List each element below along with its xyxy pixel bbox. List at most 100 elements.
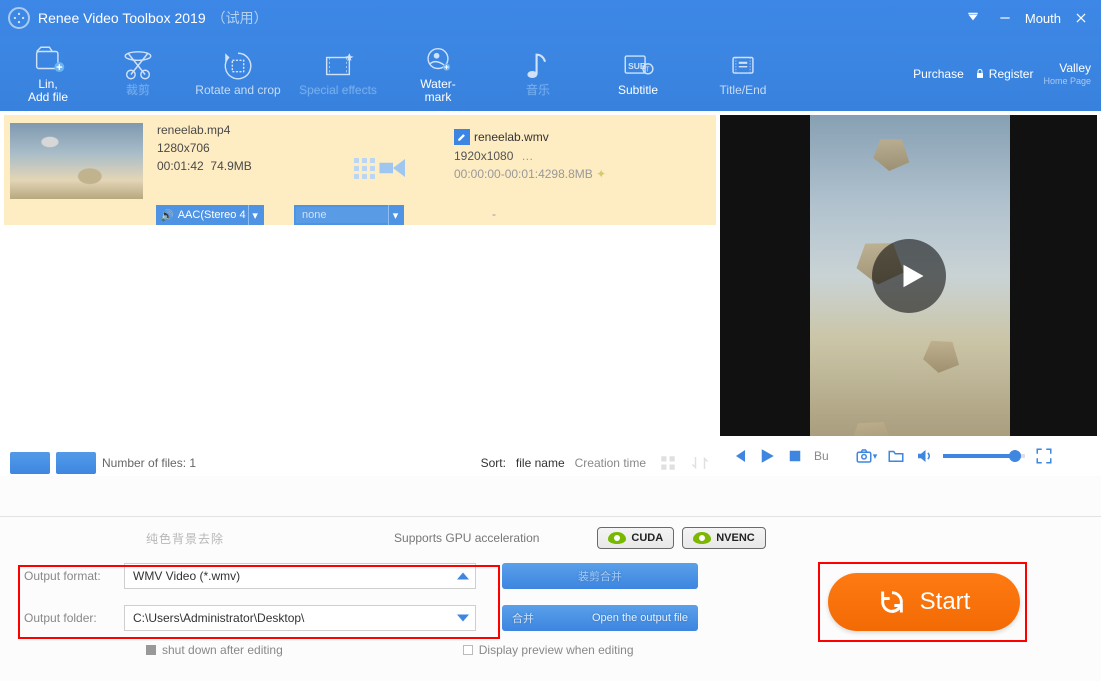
tool-effects[interactable]: Special effects: [288, 36, 388, 111]
open-folder-button[interactable]: [887, 447, 905, 465]
minimize-icon[interactable]: [993, 6, 1017, 30]
mid2-right: Open the output file: [592, 612, 688, 624]
output-filename: reneelab.wmv: [474, 130, 549, 144]
play-button[interactable]: [758, 447, 776, 465]
nvenc-text: NVENC: [716, 532, 755, 544]
cuda-text: CUDA: [631, 532, 663, 544]
input-filename: reneelab.mp4: [157, 121, 252, 139]
play-overlay-button[interactable]: [872, 239, 946, 313]
tool-subtitle[interactable]: SUBT Subtitle: [588, 36, 688, 111]
water1: Water-: [420, 77, 456, 91]
progress-dash: -: [492, 207, 496, 221]
start-label: Start: [920, 588, 971, 616]
output-resolution: 1920x1080: [454, 149, 513, 163]
list-sort-icon[interactable]: [690, 453, 710, 473]
titleend-label: Title/End: [720, 84, 767, 97]
add-file-line2: Add file: [28, 90, 68, 104]
svg-text:T: T: [645, 66, 650, 74]
input-resolution: 1280x706: [157, 139, 252, 157]
output-folder-dropdown[interactable]: C:\Users\Administrator\Desktop\: [124, 605, 476, 631]
tool-cut[interactable]: 裁剪: [88, 36, 188, 111]
fullscreen-button[interactable]: [1035, 447, 1053, 465]
tool-add-file[interactable]: Lin,Add file: [8, 36, 88, 111]
edit-output-icon[interactable]: [454, 129, 470, 145]
add-file-line1: Lin,: [38, 77, 57, 91]
app-logo-icon: [8, 7, 30, 29]
speaker-icon: 🔊: [160, 209, 174, 222]
sort-label: Sort:: [481, 456, 506, 470]
shutdown-label: shut down after editing: [162, 643, 283, 657]
shutdown-checkbox[interactable]: shut down after editing: [146, 643, 283, 657]
chevron-up-icon: [457, 573, 469, 580]
output-folder-value: C:\Users\Administrator\Desktop\: [133, 611, 304, 625]
list-view-icon[interactable]: [658, 453, 678, 473]
gpu-support-label: Supports GPU acceleration: [394, 531, 539, 545]
convert-arrow-icon: [354, 155, 408, 181]
preview-controls: Bu ▾: [720, 436, 1101, 476]
subtitle-label: none: [302, 209, 326, 221]
valley-text: Valley: [1059, 62, 1091, 74]
mid-button-2[interactable]: 合并 Open the output file: [502, 605, 698, 631]
sort-by-name[interactable]: file name: [516, 456, 565, 470]
file-output-meta: reneelab.wmv 1920x1080 … 00:00:00-00:01:4…: [454, 129, 606, 181]
tool-music[interactable]: 音乐: [488, 36, 588, 111]
output-format-value: WMV Video (*.wmv): [133, 569, 240, 583]
chevron-down-icon: [457, 615, 469, 622]
chevron-down-icon: ▾: [388, 205, 402, 225]
mid2-left: 合并: [512, 610, 534, 626]
close-icon[interactable]: [1069, 6, 1093, 30]
app-title: Renee Video Toolbox 2019: [38, 10, 206, 26]
valley-homepage-link[interactable]: Valley Home Page: [1043, 62, 1091, 86]
refresh-icon: [878, 588, 906, 616]
register-link[interactable]: Register: [974, 67, 1034, 81]
subtitle-label: Subtitle: [618, 84, 658, 97]
output-folder-label: Output folder:: [16, 611, 124, 625]
audio-track-label: AAC(Stereo 4: [178, 209, 246, 221]
water2: mark: [425, 90, 452, 104]
snapshot-button[interactable]: ▾: [855, 447, 878, 465]
output-format-dropdown[interactable]: WMV Video (*.wmv): [124, 563, 476, 589]
sort-by-time[interactable]: Creation time: [575, 456, 646, 470]
output-format-label: Output format:: [16, 569, 124, 583]
list-action-1[interactable]: [10, 452, 50, 474]
prev-button[interactable]: [730, 447, 748, 465]
music-label: 音乐: [526, 84, 550, 97]
mouth-label: Mouth: [1025, 6, 1061, 30]
trial-label: （试用）: [212, 8, 268, 28]
cuda-badge: CUDA: [597, 527, 674, 549]
effects-label: Special effects: [299, 84, 377, 97]
audio-track-dropdown[interactable]: 🔊 AAC(Stereo 4 ▾: [156, 205, 264, 225]
list-toolbar: Number of files: 1 Sort: file name Creat…: [4, 447, 716, 479]
input-size: 74.9MB: [210, 159, 251, 173]
start-button[interactable]: Start: [828, 573, 1020, 631]
input-duration: 00:01:42: [157, 159, 204, 173]
preview-checkbox[interactable]: Display preview when editing: [463, 643, 634, 657]
rotate-label: Rotate and crop: [195, 84, 280, 97]
mid-button-1[interactable]: 装剪合并: [502, 563, 698, 589]
purchase-link[interactable]: Purchase: [913, 67, 964, 81]
file-thumbnail: [10, 123, 143, 199]
lock-icon: [974, 68, 986, 80]
file-count: Number of files: 1: [102, 456, 196, 470]
video-preview[interactable]: [720, 115, 1097, 436]
homepage-text: Home Page: [1043, 77, 1091, 86]
volume-slider[interactable]: [943, 454, 1025, 458]
output-more[interactable]: …: [521, 149, 533, 163]
tool-title-end[interactable]: Title/End: [688, 36, 798, 111]
tool-rotate-crop[interactable]: Rotate and crop: [188, 36, 288, 111]
subtitle-dropdown[interactable]: none ▾: [294, 205, 404, 225]
cut-label: 裁剪: [126, 84, 150, 97]
file-list-item[interactable]: reneelab.mp4 1280x706 00:01:42 74.9MB re…: [4, 115, 716, 225]
chevron-down-icon: ▾: [248, 205, 262, 225]
output-time-size: 00:00:00-00:01:4298.8MB: [454, 167, 593, 181]
register-text: Register: [989, 67, 1034, 81]
list-action-2[interactable]: [56, 452, 96, 474]
bu-label: Bu: [814, 449, 829, 463]
menu-dropdown-icon[interactable]: [961, 6, 985, 30]
nvenc-badge: NVENC: [682, 527, 766, 549]
blur-text: 纯色背景去除: [146, 530, 224, 547]
preview-check-label: Display preview when editing: [479, 643, 634, 657]
stop-button[interactable]: [786, 447, 804, 465]
tool-watermark[interactable]: Water-mark: [388, 36, 488, 111]
volume-button[interactable]: [915, 447, 933, 465]
